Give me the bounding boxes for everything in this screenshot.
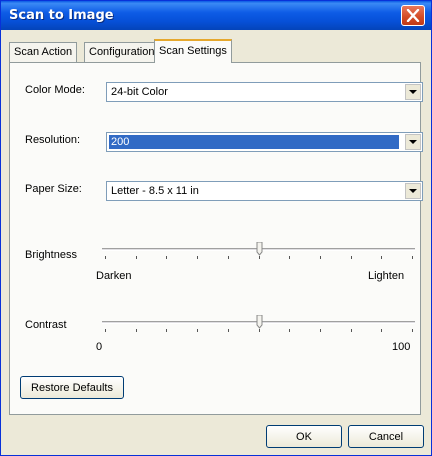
- tab-scan-action-label: Scan Action: [14, 46, 73, 58]
- restore-defaults-button[interactable]: Restore Defaults: [20, 376, 124, 399]
- chevron-down-icon: [409, 90, 417, 94]
- ok-button[interactable]: OK: [266, 425, 342, 448]
- brightness-max-label: Lighten: [368, 270, 405, 282]
- color-mode-value: 24-bit Color: [111, 86, 168, 98]
- contrast-tick: [258, 329, 260, 332]
- title-bar[interactable]: Scan to Image: [1, 1, 431, 30]
- contrast-max-label: 100: [392, 341, 411, 353]
- color-mode-select[interactable]: 24-bit Color: [106, 82, 423, 102]
- tab-configuration[interactable]: Configuration: [84, 42, 160, 62]
- ok-label: OK: [296, 431, 312, 443]
- contrast-label: Contrast: [25, 319, 67, 331]
- brightness-tick: [135, 256, 137, 259]
- brightness-label: Brightness: [25, 249, 77, 261]
- color-mode-label: Color Mode:: [25, 84, 85, 96]
- contrast-tick: [289, 329, 291, 332]
- contrast-tick: [350, 329, 352, 332]
- resolution-dropdown-button[interactable]: [405, 134, 421, 150]
- contrast-thumb[interactable]: [256, 315, 263, 329]
- tab-configuration-label: Configuration: [89, 46, 155, 58]
- brightness-thumb[interactable]: [256, 242, 263, 256]
- contrast-tick: [135, 329, 137, 332]
- dialog-footer: OK Cancel: [1, 417, 431, 455]
- brightness-tick: [289, 256, 291, 259]
- contrast-tick: [105, 329, 106, 332]
- scan-to-image-dialog: Scan to Image Scan Action Configuration …: [0, 0, 432, 456]
- close-button[interactable]: [401, 5, 425, 26]
- brightness-tick: [197, 256, 199, 259]
- brightness-tick: [412, 256, 413, 259]
- chevron-down-icon: [409, 140, 417, 144]
- brightness-tick: [350, 256, 352, 259]
- contrast-tick: [319, 329, 321, 332]
- paper-size-label: Paper Size:: [25, 183, 82, 195]
- cancel-label: Cancel: [368, 431, 404, 443]
- contrast-tick: [197, 329, 199, 332]
- contrast-min-label: 0: [96, 341, 103, 353]
- brightness-tick: [227, 256, 229, 259]
- brightness-tick: [166, 256, 168, 259]
- brightness-tick: [319, 256, 321, 259]
- brightness-tick: [258, 256, 260, 259]
- paper-size-dropdown-button[interactable]: [405, 183, 421, 199]
- tab-scan-settings-label: Scan Settings: [159, 45, 227, 57]
- resolution-select[interactable]: 200: [106, 132, 423, 152]
- window-title: Scan to Image: [9, 8, 114, 23]
- brightness-tick: [105, 256, 106, 259]
- contrast-tick: [412, 329, 413, 332]
- brightness-tick: [381, 256, 383, 259]
- resolution-value: 200: [109, 135, 399, 149]
- paper-size-select[interactable]: Letter - 8.5 x 11 in: [106, 181, 423, 201]
- scan-settings-panel: Color Mode: 24-bit Color Resolution: 200…: [9, 62, 423, 415]
- tab-scan-action[interactable]: Scan Action: [9, 42, 78, 62]
- contrast-tick: [381, 329, 383, 332]
- tab-scan-settings[interactable]: Scan Settings: [154, 39, 232, 63]
- restore-defaults-label: Restore Defaults: [31, 382, 113, 394]
- chevron-down-icon: [409, 189, 417, 193]
- resolution-label: Resolution:: [25, 134, 81, 146]
- contrast-tick: [166, 329, 168, 332]
- cancel-button[interactable]: Cancel: [348, 425, 424, 448]
- close-icon: [406, 9, 420, 22]
- color-mode-dropdown-button[interactable]: [405, 84, 421, 100]
- brightness-min-label: Darken: [96, 270, 132, 282]
- paper-size-value: Letter - 8.5 x 11 in: [111, 185, 199, 197]
- contrast-tick: [227, 329, 229, 332]
